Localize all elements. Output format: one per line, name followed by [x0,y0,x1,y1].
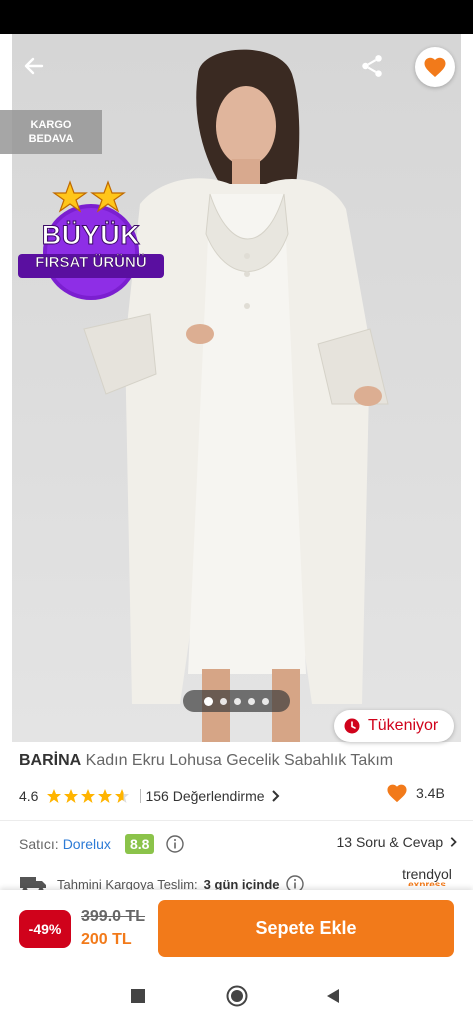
gallery-dot[interactable] [248,697,255,705]
star-half-icon [115,789,130,803]
home-icon [226,985,248,1007]
add-to-cart-button[interactable]: Sepete Ekle [158,900,454,957]
logo-top-text: trendyol [402,866,452,882]
product-name: Kadın Ekru Lohusa Gecelik Sabahlık Takım [85,752,394,769]
current-price: 200 TL [81,931,132,948]
share-button[interactable] [356,50,388,82]
big-deal-badge: BÜYÜK FIRSAT ÜRÜNÜ [18,178,164,302]
trendyol-express-logo: trendyol express [395,866,459,886]
back-button[interactable] [18,50,50,82]
heart-icon [424,57,446,77]
nav-back-button[interactable] [319,982,347,1010]
reviews-link[interactable]: 156 Değerlendirme [145,788,264,804]
gallery-dot[interactable] [220,697,227,705]
rating-divider [140,789,142,803]
star-icon [64,789,79,803]
seller-label: Satıcı: [19,836,59,852]
favorite-button[interactable] [415,47,455,87]
home-button[interactable] [223,982,251,1010]
discount-badge: -49% [19,910,71,948]
gallery-dot[interactable] [262,697,269,705]
favorite-count-text: 3.4B [416,785,445,801]
chevron-right-icon [271,790,279,802]
star-icon [98,789,113,803]
qa-link[interactable]: 13 Soru & Cevap [336,834,459,850]
rating-stars [46,788,130,804]
free-shipping-badge: KARGO BEDAVA [0,110,102,154]
seller-name-link[interactable]: Dorelux [63,836,111,852]
cargo-badge-line2: BEDAVA [28,133,74,145]
product-title: BARİNA Kadın Ekru Lohusa Gecelik Sabahlı… [19,752,459,770]
old-price: 399.0 TL [81,908,146,925]
seller-row: Satıcı: Dorelux 8.8 13 Soru & Cevap [19,832,459,856]
seller-score-badge: 8.8 [124,834,155,854]
back-arrow-icon [24,57,44,75]
deal-badge-line1: BÜYÜK [41,220,141,251]
status-bar [0,0,473,34]
share-icon [362,55,382,77]
star-icon [81,789,96,803]
cargo-badge-line1: KARGO [30,119,72,131]
gallery-edge-right [461,34,473,742]
stock-status-badge: Tükeniyor [334,710,454,742]
system-nav-bar [0,968,473,1024]
back-icon [327,989,339,1003]
deal-badge-line2: FIRSAT ÜRÜNÜ [35,254,147,272]
heart-icon [387,784,407,803]
info-icon[interactable] [166,835,185,853]
stock-status-text: Tükeniyor [368,717,439,734]
product-brand[interactable]: BARİNA [19,752,81,769]
chevron-right-icon [450,837,457,847]
section-divider [0,820,473,821]
favorite-count: 3.4B [386,783,445,803]
clock-icon [344,718,360,734]
star-icon [47,789,62,803]
rating-value: 4.6 [19,788,39,804]
recent-apps-icon [131,989,145,1003]
qa-link-text: 13 Soru & Cevap [336,834,444,850]
gallery-pagination[interactable] [183,690,290,712]
gallery-dot[interactable] [234,697,241,705]
recent-apps-button[interactable] [124,982,152,1010]
product-photo [83,49,389,742]
gallery-dot[interactable] [204,696,213,706]
